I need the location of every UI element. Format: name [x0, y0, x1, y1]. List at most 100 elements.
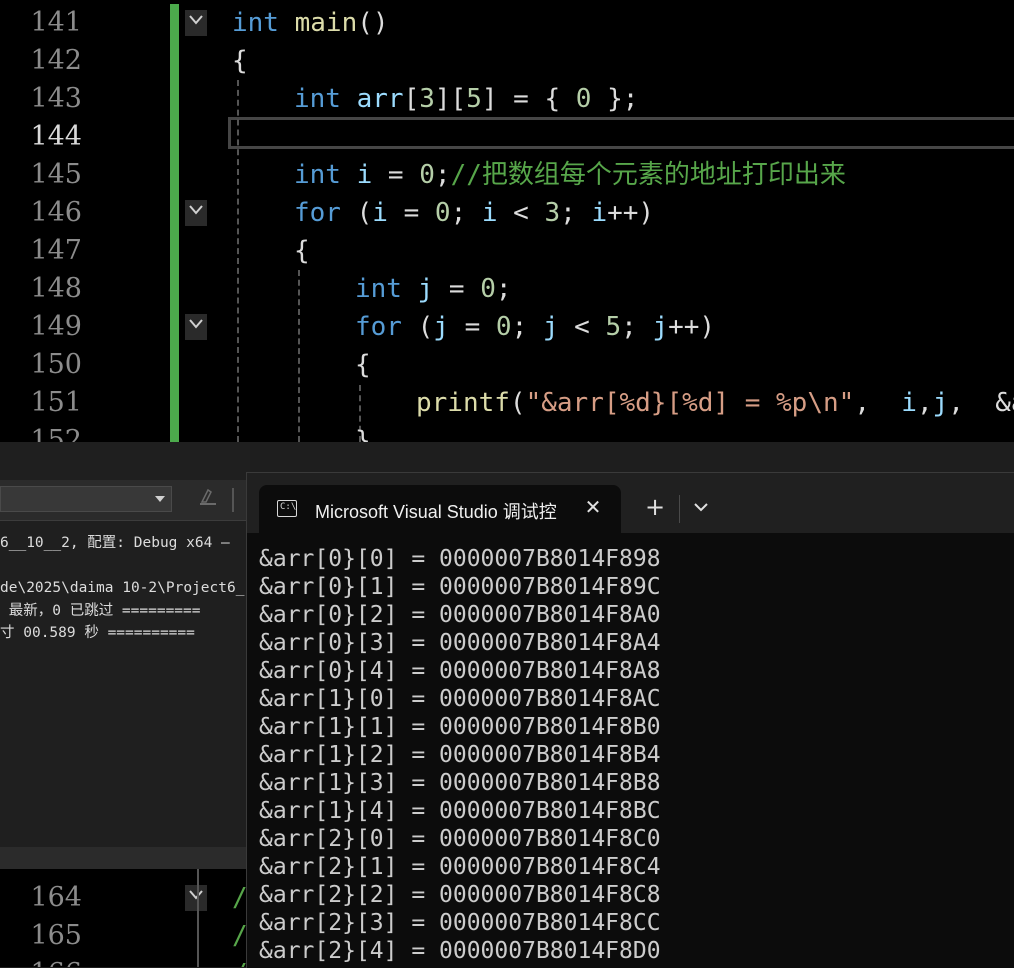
- output-line: 寸 00.589 秒 ==========: [0, 625, 195, 641]
- code-token: ++): [668, 312, 716, 342]
- code-token: int: [294, 160, 341, 190]
- code-line[interactable]: 151printf("&arr[%d}[%d] = %p\n", i,j, &a: [0, 384, 1014, 422]
- code-token: 5: [605, 312, 622, 342]
- code-token: &a: [995, 388, 1014, 418]
- code-token: //把数组每个元素的地址打印出来: [450, 160, 846, 190]
- code-token: ,: [948, 388, 996, 418]
- code-token: i: [356, 160, 373, 190]
- fold-toggle-icon[interactable]: [185, 10, 207, 36]
- console-line: &arr[1}[1] = 0000007B8014F8B0: [259, 714, 661, 740]
- code-text: int main(): [232, 4, 389, 42]
- new-tab-icon[interactable]: +: [643, 495, 667, 519]
- code-line[interactable]: 164/: [0, 879, 250, 917]
- code-token: 3: [419, 84, 435, 114]
- code-token: =: [372, 160, 420, 190]
- code-token: ;: [434, 160, 451, 190]
- line-number: 149: [30, 311, 82, 342]
- code-token: =: [433, 274, 481, 304]
- fold-toggle-icon[interactable]: [185, 314, 207, 340]
- console-line: &arr[2}[2] = 0000007B8014F8C8: [259, 882, 661, 908]
- pane-splitter[interactable]: [0, 847, 250, 869]
- code-editor[interactable]: 141 int main() 142 {143 int arr[3][5] = { 0 …: [0, 0, 1014, 442]
- code-text: {: [232, 42, 248, 80]
- code-token: ,: [916, 388, 933, 418]
- chevron-down-icon[interactable]: [691, 497, 711, 517]
- console-line: &arr[1}[2] = 0000007B8014F8B4: [259, 742, 661, 768]
- code-line[interactable]: 166/: [0, 955, 250, 967]
- output-source-select[interactable]: [0, 486, 172, 512]
- output-line: 6__10__2, 配置: Debug x64 —: [0, 535, 230, 551]
- code-token: printf: [416, 388, 510, 418]
- code-text: {: [355, 346, 371, 384]
- code-line[interactable]: 148 int j = 0;: [0, 270, 1014, 308]
- code-line[interactable]: 146 for (i = 0; i < 3; i++): [0, 194, 1014, 232]
- line-number: 148: [30, 273, 82, 304]
- console-line: &arr[2}[4] = 0000007B8014F8D0: [259, 938, 661, 964]
- code-token: =: [448, 312, 496, 342]
- console-line: &arr[0}[4] = 0000007B8014F8A8: [259, 658, 661, 684]
- close-icon[interactable]: ✕: [581, 495, 605, 519]
- code-line[interactable]: 142 {: [0, 42, 1014, 80]
- code-token: ++): [607, 198, 655, 228]
- code-token: i: [372, 198, 388, 228]
- code-text: for (j = 0; j < 5; j++): [355, 308, 715, 346]
- code-token: ;: [450, 198, 482, 228]
- code-token: ;: [511, 312, 543, 342]
- code-token: main: [294, 8, 358, 38]
- line-number: 150: [30, 349, 82, 380]
- clear-output-icon[interactable]: [196, 488, 220, 512]
- tab-title: Microsoft Visual Studio 调试控: [315, 502, 557, 522]
- code-token: int: [294, 84, 341, 114]
- chevron-down-icon: [155, 496, 165, 502]
- code-token: 0: [495, 312, 512, 342]
- line-number: 151: [30, 387, 82, 418]
- code-token: j: [542, 312, 559, 342]
- line-number: 144: [30, 121, 82, 152]
- code-token: ;: [495, 274, 512, 304]
- code-token: i: [901, 388, 917, 418]
- output-line: 最新，0 已跳过 =========: [0, 602, 201, 619]
- line-number: 142: [30, 45, 82, 76]
- code-token: ;: [560, 198, 592, 228]
- console-line: &arr[0}[2] = 0000007B8014F8A0: [259, 602, 661, 628]
- code-token: {: [232, 46, 248, 76]
- code-token: =: [387, 198, 435, 228]
- code-token: [: [403, 84, 420, 114]
- line-number: 152: [30, 425, 82, 442]
- code-token: j: [932, 388, 949, 418]
- code-line[interactable]: 143 int arr[3][5] = { 0 };: [0, 80, 1014, 118]
- code-text: int i = 0;//把数组每个元素的地址打印出来: [294, 156, 846, 194]
- fold-toggle-icon[interactable]: [185, 200, 207, 226]
- code-line[interactable]: 152}: [0, 422, 1014, 442]
- code-token: 0: [419, 160, 435, 190]
- console-output: &arr[0}[0] = 0000007B8014F898 &arr[0}[1] …: [259, 545, 1014, 965]
- code-line[interactable]: 149 for (j = 0; j < 5; j++): [0, 308, 1014, 346]
- console-line: &arr[0}[0] = 0000007B8014F898: [259, 546, 661, 572]
- code-token: 0: [480, 274, 496, 304]
- line-number: 143: [30, 83, 82, 114]
- toolbar-divider: [232, 488, 234, 512]
- code-token: j: [417, 274, 434, 304]
- code-token: <: [497, 198, 545, 228]
- code-line[interactable]: 145 int i = 0;//把数组每个元素的地址打印出来: [0, 156, 1014, 194]
- debug-console-window[interactable]: C:\ Microsoft Visual Studio 调试控 ✕ + &arr…: [246, 472, 1014, 968]
- line-number: 146: [30, 197, 82, 228]
- code-line[interactable]: 147 {: [0, 232, 1014, 270]
- code-token: ] = {: [481, 84, 576, 114]
- code-token: 0: [434, 198, 451, 228]
- line-number: 165: [30, 920, 82, 951]
- terminal-titlebar: C:\ Microsoft Visual Studio 调试控 ✕ +: [247, 473, 1014, 533]
- code-text: {: [294, 232, 310, 270]
- code-line[interactable]: 144: [0, 118, 1014, 156]
- console-line: &arr[1}[3] = 0000007B8014F8B8: [259, 770, 661, 796]
- code-token: 3: [544, 198, 561, 228]
- code-editor-lower[interactable]: 164/165/166/: [0, 869, 250, 967]
- code-line[interactable]: 165/: [0, 917, 250, 955]
- code-token: 5: [466, 84, 482, 114]
- fold-toggle-icon[interactable]: [185, 885, 207, 911]
- terminal-tab[interactable]: C:\ Microsoft Visual Studio 调试控 ✕: [259, 485, 621, 533]
- code-line[interactable]: 141 int main(): [0, 4, 1014, 42]
- code-line[interactable]: 150 {: [0, 346, 1014, 384]
